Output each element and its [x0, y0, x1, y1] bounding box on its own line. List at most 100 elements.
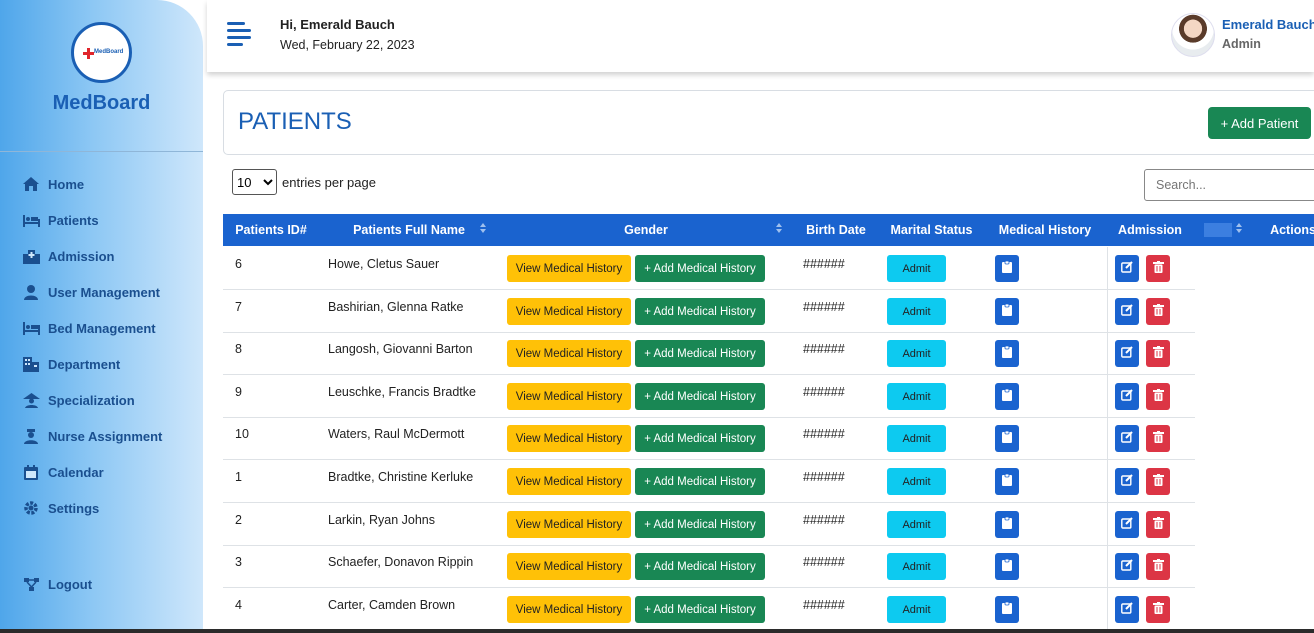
delete-button[interactable]: [1146, 383, 1170, 410]
add-medical-history-button[interactable]: + Add Medical History: [635, 425, 765, 452]
medical-history-button[interactable]: [995, 553, 1019, 580]
view-medical-history-button[interactable]: View Medical History: [507, 596, 631, 623]
patient-id: 8: [235, 342, 242, 356]
add-medical-history-button[interactable]: + Add Medical History: [635, 511, 765, 538]
column-header-name[interactable]: Patients Full Name: [319, 214, 499, 246]
add-medical-history-button[interactable]: + Add Medical History: [635, 340, 765, 367]
admit-button[interactable]: Admit: [887, 383, 946, 410]
medical-history-button[interactable]: [995, 468, 1019, 495]
column-header-blank[interactable]: [1204, 223, 1232, 237]
clipboard-icon: [1002, 430, 1012, 448]
delete-button[interactable]: [1146, 553, 1170, 580]
patient-id: 3: [235, 555, 242, 569]
clipboard-icon: [1002, 303, 1012, 321]
delete-button[interactable]: [1146, 511, 1170, 538]
add-medical-history-button[interactable]: + Add Medical History: [635, 553, 765, 580]
edit-button[interactable]: [1115, 298, 1139, 325]
trash-icon: [1152, 345, 1164, 363]
view-medical-history-button[interactable]: View Medical History: [507, 553, 631, 580]
admit-button[interactable]: Admit: [887, 553, 946, 580]
add-medical-history-button[interactable]: + Add Medical History: [635, 298, 765, 325]
admit-button[interactable]: Admit: [887, 298, 946, 325]
medical-history-button[interactable]: [995, 511, 1019, 538]
patient-full-name: Schaefer, Donavon Rippin: [328, 555, 474, 569]
delete-button[interactable]: [1146, 425, 1170, 452]
delete-button[interactable]: [1146, 340, 1170, 367]
column-header-admission[interactable]: Admission: [1107, 214, 1193, 246]
edit-button[interactable]: [1115, 553, 1139, 580]
admit-button[interactable]: Admit: [887, 468, 946, 495]
sidebar-item-nurse-assignment[interactable]: Nurse Assignment: [22, 425, 162, 447]
hospital-user-icon: [22, 392, 40, 408]
view-medical-history-button[interactable]: View Medical History: [507, 298, 631, 325]
search-input[interactable]: [1144, 169, 1314, 201]
column-header-actions[interactable]: Actions: [1263, 214, 1314, 246]
column-header-gender[interactable]: Gender: [499, 214, 793, 246]
column-header-medical-history[interactable]: Medical History: [989, 214, 1101, 246]
trash-icon: [1152, 303, 1164, 321]
edit-button[interactable]: [1115, 468, 1139, 495]
bottom-scrollbar[interactable]: [0, 629, 1314, 633]
delete-button[interactable]: [1146, 255, 1170, 282]
medical-history-button[interactable]: [995, 596, 1019, 623]
view-medical-history-button[interactable]: View Medical History: [507, 340, 631, 367]
logout-button[interactable]: Logout: [22, 573, 92, 595]
column-header-birth-date[interactable]: Birth Date: [796, 214, 876, 246]
page-title: PATIENTS: [238, 108, 352, 135]
user-name[interactable]: Emerald Bauch: [1222, 17, 1314, 32]
logo[interactable]: MedBoard: [71, 22, 132, 83]
sidebar-item-calendar[interactable]: Calendar: [22, 461, 104, 483]
column-header-id[interactable]: Patients ID#: [223, 214, 319, 246]
delete-button[interactable]: [1146, 468, 1170, 495]
sidebar-item-patients[interactable]: Patients: [22, 209, 99, 231]
sidebar-item-settings[interactable]: Settings: [22, 497, 99, 519]
sort-icon[interactable]: [1236, 223, 1242, 237]
edit-button[interactable]: [1115, 383, 1139, 410]
add-medical-history-button[interactable]: + Add Medical History: [635, 596, 765, 623]
greeting: Hi, Emerald Bauch: [280, 17, 395, 32]
medical-history-button[interactable]: [995, 383, 1019, 410]
admit-button[interactable]: Admit: [887, 425, 946, 452]
avatar[interactable]: [1171, 13, 1215, 57]
edit-button[interactable]: [1115, 511, 1139, 538]
view-medical-history-button[interactable]: View Medical History: [507, 425, 631, 452]
medical-history-button[interactable]: [995, 425, 1019, 452]
edit-button[interactable]: [1115, 596, 1139, 623]
add-medical-history-button[interactable]: + Add Medical History: [635, 383, 765, 410]
view-medical-history-button[interactable]: View Medical History: [507, 468, 631, 495]
delete-button[interactable]: [1146, 298, 1170, 325]
add-medical-history-button[interactable]: + Add Medical History: [635, 255, 765, 282]
sidebar-item-bed-management[interactable]: Bed Management: [22, 317, 156, 339]
sidebar-item-specialization[interactable]: Specialization: [22, 389, 135, 411]
entries-select[interactable]: 10: [232, 169, 277, 195]
edit-button[interactable]: [1115, 425, 1139, 452]
add-medical-history-button[interactable]: + Add Medical History: [635, 468, 765, 495]
edit-button[interactable]: [1115, 340, 1139, 367]
menu-toggle-icon[interactable]: [227, 22, 251, 46]
medical-history-button[interactable]: [995, 255, 1019, 282]
admit-button[interactable]: Admit: [887, 596, 946, 623]
patient-id: 10: [235, 427, 249, 441]
view-medical-history-button[interactable]: View Medical History: [507, 511, 631, 538]
sort-icon[interactable]: [480, 223, 486, 237]
medical-history-button[interactable]: [995, 340, 1019, 367]
sidebar-item-home[interactable]: Home: [22, 173, 84, 195]
medical-history-button[interactable]: [995, 298, 1019, 325]
sidebar-item-label: User Management: [48, 284, 160, 300]
brand-name: MedBoard: [52, 92, 151, 114]
add-patient-button[interactable]: + Add Patient: [1208, 107, 1311, 139]
view-medical-history-button[interactable]: View Medical History: [507, 383, 631, 410]
sidebar-item-label: Nurse Assignment: [48, 428, 163, 444]
delete-button[interactable]: [1146, 596, 1170, 623]
sidebar-item-user-management[interactable]: User Management: [22, 281, 160, 303]
edit-button[interactable]: [1115, 255, 1139, 282]
column-header-marital-status[interactable]: Marital Status: [880, 214, 983, 246]
admit-button[interactable]: Admit: [887, 511, 946, 538]
admit-button[interactable]: Admit: [887, 255, 946, 282]
sort-icon[interactable]: [776, 223, 782, 237]
admit-button[interactable]: Admit: [887, 340, 946, 367]
view-medical-history-button[interactable]: View Medical History: [507, 255, 631, 282]
table-row: 3 Schaefer, Donavon Rippin View Medical Hi…: [223, 545, 1195, 588]
sidebar-item-admission[interactable]: Admission: [22, 245, 114, 267]
sidebar-item-department[interactable]: Department: [22, 353, 120, 375]
